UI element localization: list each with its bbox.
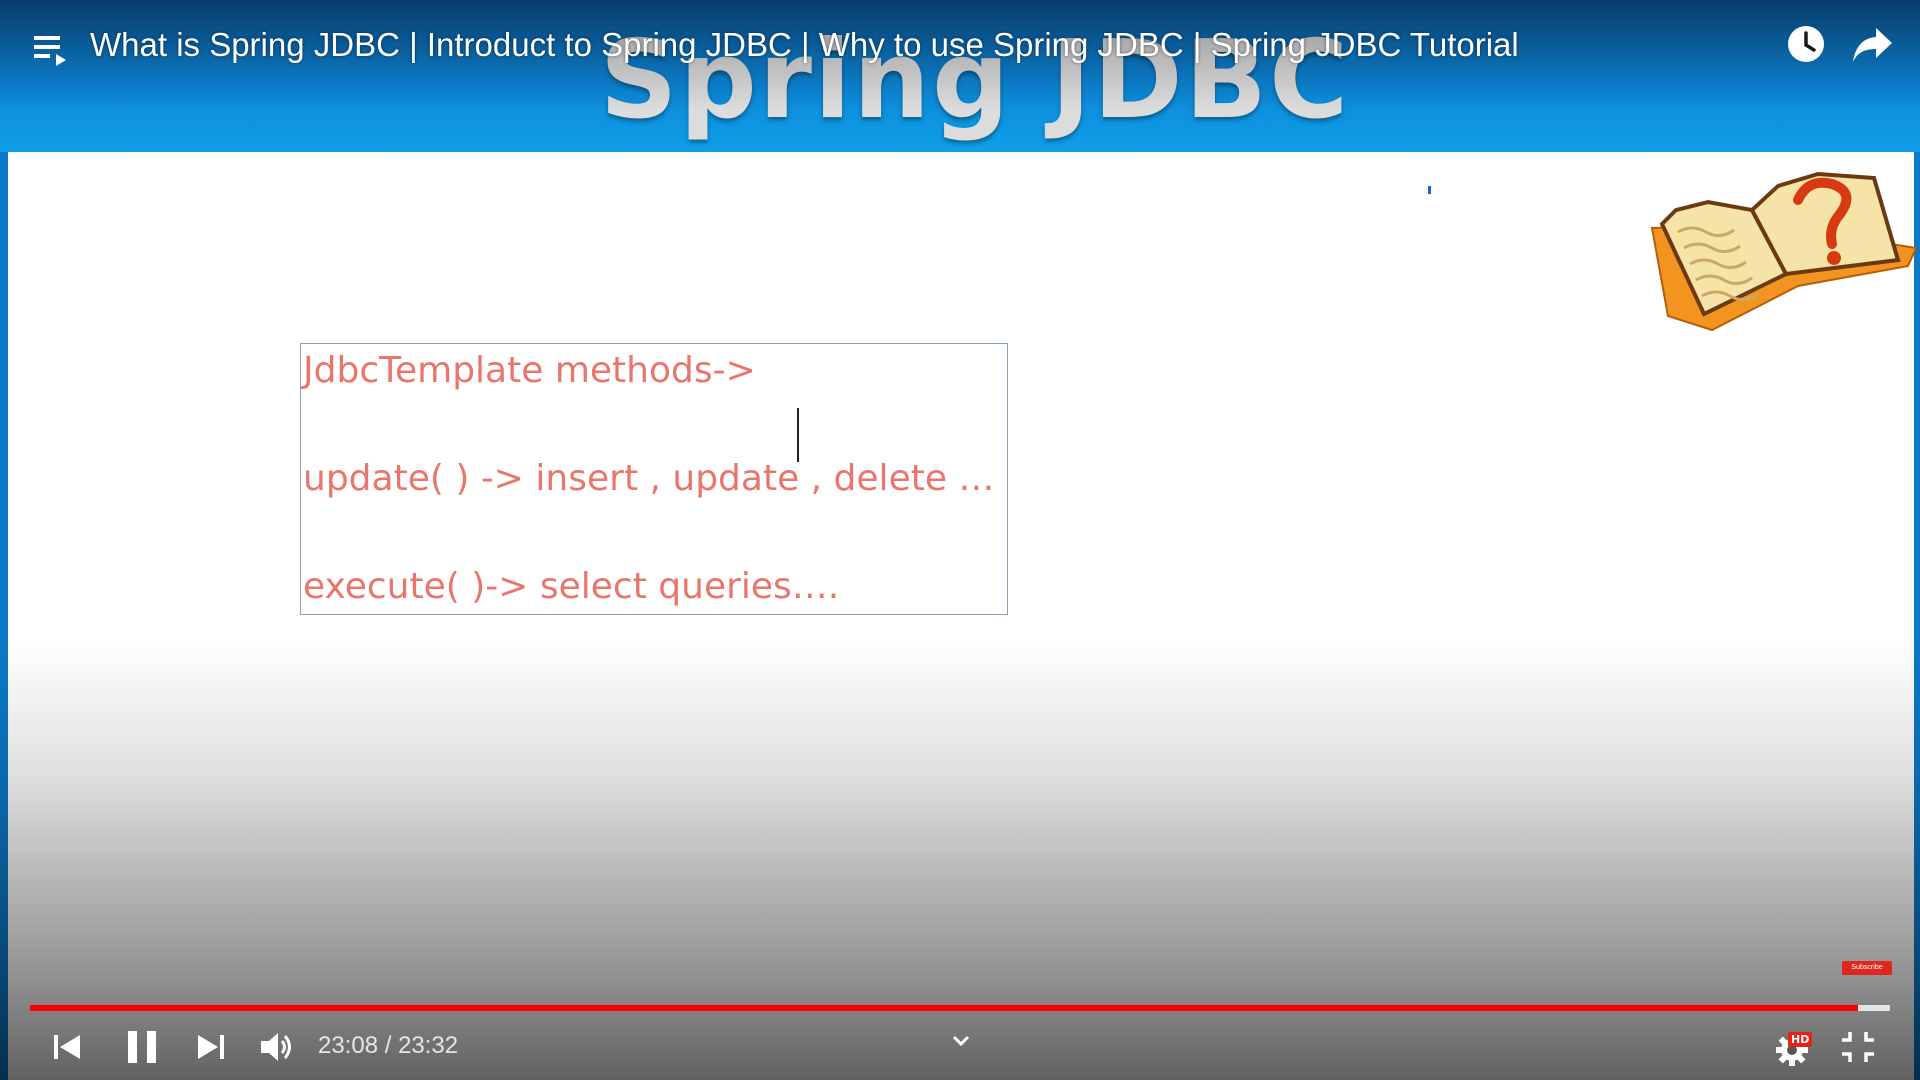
video-title[interactable]: What is Spring JDBC | Introduct to Sprin… [90, 26, 1519, 64]
cursor-mark [1428, 186, 1431, 194]
skip-next-icon[interactable] [194, 1030, 228, 1064]
video-player[interactable]: Spring JDBC JdbcTemplate methods-> updat… [0, 0, 1920, 1080]
question-book-icon [1650, 171, 1918, 332]
volume-icon[interactable] [258, 1028, 296, 1066]
slide-text-box: JdbcTemplate methods-> update( ) -> inse… [300, 343, 1008, 615]
slide-line-2: update( ) -> insert , update , delete … [303, 458, 995, 499]
pause-icon[interactable] [124, 1028, 160, 1066]
slide-line-3: execute( )-> select queries…. [303, 566, 840, 607]
share-arrow-icon[interactable] [1852, 26, 1894, 64]
playlist-icon[interactable] [32, 30, 70, 68]
hd-badge: HD [1788, 1032, 1813, 1047]
slide-line-1: JdbcTemplate methods-> [303, 350, 756, 391]
clock-icon[interactable] [1786, 24, 1826, 64]
slide-body: JdbcTemplate methods-> update( ) -> inse… [8, 152, 1914, 1080]
progress-played [30, 1005, 1859, 1011]
subscribe-badge[interactable]: Subscribe [1842, 961, 1892, 975]
time-display: 23:08 / 23:32 [318, 1032, 459, 1059]
text-cursor [797, 408, 799, 462]
skip-previous-icon[interactable] [50, 1030, 84, 1064]
progress-bar[interactable] [30, 1005, 1890, 1011]
exit-fullscreen-icon[interactable] [1840, 1030, 1876, 1064]
chevron-down-icon[interactable] [948, 1030, 974, 1052]
